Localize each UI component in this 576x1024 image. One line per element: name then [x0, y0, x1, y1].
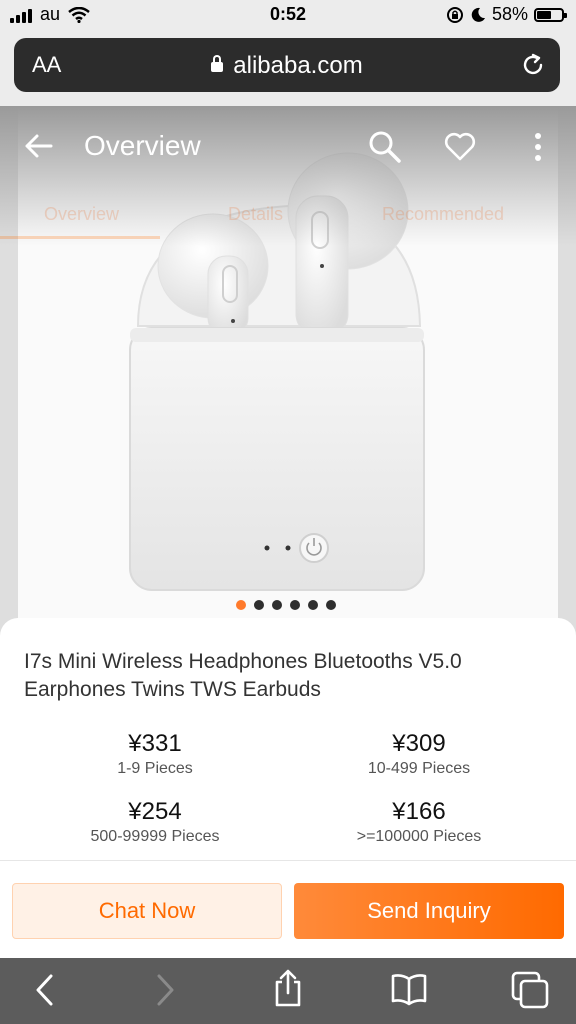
tier-price: ¥309 — [392, 730, 446, 757]
carousel-dot[interactable] — [290, 600, 300, 610]
web-page: Overview Overview Details Recommended I7… — [0, 106, 576, 958]
tier-quantity: >=100000 Pieces — [356, 828, 482, 845]
chat-now-button[interactable]: Chat Now — [12, 883, 282, 939]
orientation-lock-icon — [446, 6, 463, 23]
carousel-dot[interactable] — [236, 600, 246, 610]
moon-icon — [471, 7, 485, 22]
active-tab-indicator — [0, 236, 160, 239]
page-title: Overview — [84, 130, 201, 161]
carousel-indicator — [236, 600, 336, 610]
tab-recommended[interactable]: Recommended — [382, 204, 504, 225]
send-inquiry-button[interactable]: Send Inquiry — [294, 883, 564, 939]
status-right: 58% — [446, 4, 567, 25]
tier-quantity: 1-9 Pieces — [117, 760, 193, 777]
lock-icon — [211, 55, 224, 72]
reload-icon[interactable] — [520, 52, 546, 78]
bookmarks-icon[interactable] — [390, 972, 428, 1006]
status-bar: au 0:52 58% — [0, 0, 576, 34]
carousel-dot[interactable] — [308, 600, 318, 610]
favorite-icon[interactable] — [444, 132, 476, 162]
tier-quantity: 10-499 Pieces — [367, 760, 471, 777]
back-arrow-icon[interactable] — [24, 132, 54, 160]
more-options-icon[interactable] — [534, 132, 542, 162]
forward-icon[interactable] — [154, 972, 176, 1008]
price-tier: ¥254 500-99999 Pieces — [30, 798, 280, 846]
tier-quantity: 500-99999 Pieces — [90, 828, 220, 845]
tier-price: ¥254 — [128, 798, 182, 825]
price-tier: ¥331 1-9 Pieces — [30, 730, 280, 778]
carousel-dot[interactable] — [254, 600, 264, 610]
tabs-icon[interactable] — [510, 970, 550, 1010]
tier-price: ¥331 — [128, 730, 182, 757]
address-bar-area: AA alibaba.com — [0, 34, 576, 106]
share-icon[interactable] — [272, 968, 304, 1008]
product-title: I7s Mini Wireless Headphones Bluetooths … — [24, 650, 462, 701]
back-icon[interactable] — [34, 972, 56, 1008]
action-bar: Chat Now Send Inquiry — [0, 860, 576, 957]
url-display[interactable]: alibaba.com — [14, 52, 560, 80]
carousel-dot[interactable] — [272, 600, 282, 610]
tier-price: ¥166 — [392, 798, 446, 825]
browser-toolbar — [0, 958, 576, 1024]
page-header: Overview — [0, 106, 576, 186]
address-bar[interactable]: AA alibaba.com — [14, 38, 560, 92]
price-tier: ¥166 >=100000 Pieces — [294, 798, 544, 846]
search-icon[interactable] — [368, 130, 402, 164]
tab-details[interactable]: Details — [228, 204, 283, 225]
domain-label: alibaba.com — [233, 52, 363, 79]
carousel-dot[interactable] — [326, 600, 336, 610]
tab-overview[interactable]: Overview — [44, 204, 119, 225]
price-tier: ¥309 10-499 Pieces — [294, 730, 544, 778]
battery-icon — [534, 7, 567, 22]
battery-percent: 58% — [491, 4, 528, 24]
section-tabs: Overview Details Recommended — [0, 198, 576, 242]
